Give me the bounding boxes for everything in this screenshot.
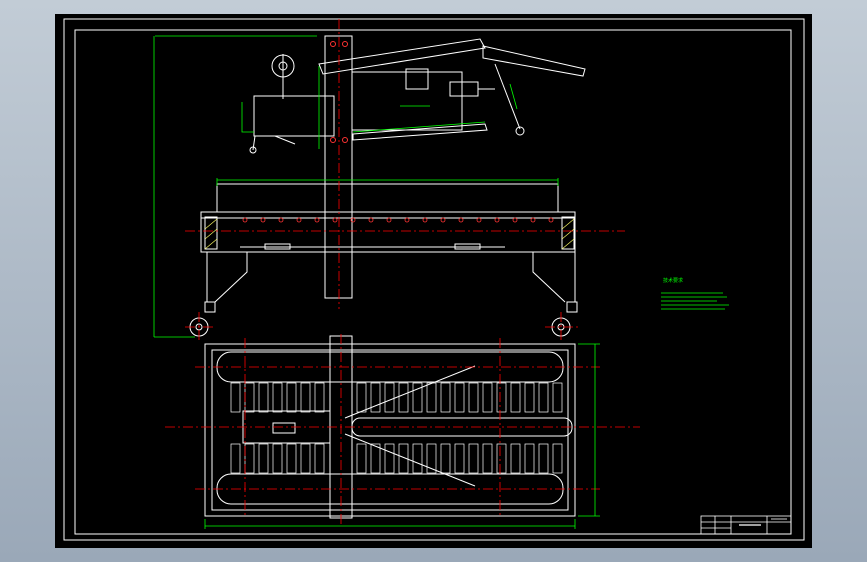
conveyor-roller [230,382,241,413]
table-hole [242,217,248,223]
head-housing [351,71,463,131]
notes-heading: 技术要求 [663,277,683,284]
table-hole [440,217,446,223]
plan-outer-frame [204,343,576,517]
table-hole [260,217,266,223]
table-hole [332,217,338,223]
drawing-sheet[interactable]: 技术要求 [55,14,812,548]
conveyor-roller [440,443,451,474]
lower-diagonal-guide [344,433,476,487]
title-block [700,515,792,535]
upper-crossbeam [216,183,559,213]
conveyor-roller [384,443,395,474]
conveyor-roller [272,382,283,413]
side-view-dimensions [153,35,559,338]
conveyor-roller [482,382,493,413]
conveyor-roller [538,382,549,413]
right-caster-mount [566,301,578,313]
conveyor-roller [510,443,521,474]
conveyor-roller [384,382,395,413]
conveyor-roller [524,443,535,474]
conveyor-roller [496,382,507,413]
table-hole [404,217,410,223]
conveyor-roller [496,443,507,474]
conveyor-roller [468,443,479,474]
conveyor-roller [258,382,269,413]
conveyor-roller [356,443,367,474]
table-hole [512,217,518,223]
conveyor-roller [356,382,367,413]
table-hole [548,217,554,223]
conveyor-roller [314,443,325,474]
side-elevation-view [189,35,586,337]
inner-frame [74,29,792,535]
vertical-column [324,35,353,299]
support-strut [494,63,521,130]
conveyor-roller [552,443,563,474]
blade-plate [352,123,488,141]
conveyor-roller [552,382,563,413]
cad-viewport[interactable]: 技术要求 [0,0,867,562]
conveyor-roller [244,443,255,474]
conveyor-roller [454,382,465,413]
table-hole [314,217,320,223]
conveyor-roller [468,382,479,413]
table-hole [476,217,482,223]
plan-roller-set [230,382,563,474]
conveyor-roller [370,382,381,413]
outer-frame [63,18,805,541]
conveyor-roller [272,443,283,474]
conveyor-roller [482,443,493,474]
upper-arm [318,38,486,75]
column-hole [342,41,348,47]
conveyor-roller [300,382,311,413]
cylinder-body [449,81,479,97]
conveyor-roller [510,382,521,413]
block-hatch [204,218,575,250]
left-leg-outer [206,252,215,303]
plan-inner-frame [211,349,569,511]
table-hole [278,217,284,223]
upper-diagonal-guide [344,365,476,419]
conveyor-roller [454,443,465,474]
left-caster-mount [204,301,216,313]
carriage-block [272,422,296,434]
conveyor-roller [230,443,241,474]
head-height-dim [241,102,254,133]
table-hole [494,217,500,223]
table-hole [458,217,464,223]
table-hole [368,217,374,223]
column-hole [342,137,348,143]
conveyor-roller [258,443,269,474]
conveyor-roller [398,382,409,413]
column-hole [330,41,336,47]
conveyor-roller [314,382,325,413]
assembly-drawing: 技术要求 [63,18,805,541]
column-hole [330,137,336,143]
conveyor-roller [426,382,437,413]
plan-view-centerlines [165,334,640,526]
roller-linkage [274,135,296,145]
right-leg-outer [567,252,576,303]
conveyor-roller [286,382,297,413]
conveyor-roller [440,382,451,413]
conveyor-roller [300,443,311,474]
right-leg-brace [532,252,566,303]
conveyor-roller [538,443,549,474]
conveyor-roller [524,382,535,413]
left-leg-brace [214,252,248,303]
conveyor-roller [412,443,423,474]
table-hole [386,217,392,223]
technical-notes: 技术要求 [661,277,729,310]
table-hole [530,217,536,223]
conveyor-roller [370,443,381,474]
table-hole-row [242,217,554,223]
table-hole [296,217,302,223]
side-view-centerlines [185,19,625,342]
tape-head-body [253,95,335,137]
table-hole [422,217,428,223]
conveyor-roller [244,382,255,413]
conveyor-roller [286,443,297,474]
